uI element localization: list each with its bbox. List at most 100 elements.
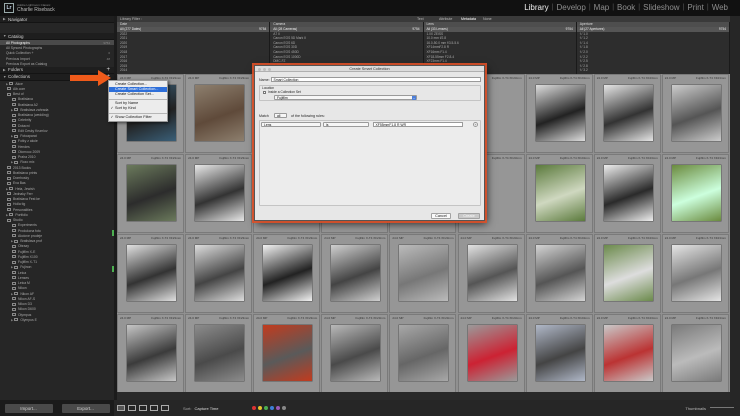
- module-book[interactable]: Book: [617, 3, 635, 12]
- photo-thumbnail[interactable]: [399, 325, 449, 381]
- photo-thumbnail[interactable]: [127, 325, 177, 381]
- import-button[interactable]: Import...: [4, 403, 53, 413]
- photo-thumbnail[interactable]: [195, 245, 245, 301]
- add-rule-icon[interactable]: +: [473, 122, 478, 127]
- rule-value-field[interactable]: XF55mmF1.8 R WR: [373, 122, 463, 127]
- filter-row[interactable]: 2014: [117, 68, 269, 73]
- disclosure-triangle-icon[interactable]: ▶: [11, 134, 13, 138]
- photo-cell[interactable]: 24.0 MP Fujifilm X-T4 XF23mm: [185, 234, 253, 313]
- photo-cell[interactable]: 24.0 MP Fujifilm X-T4 XF23mm: [389, 314, 457, 393]
- disclosure-triangle-icon[interactable]: ▶: [6, 187, 8, 191]
- close-window-icon[interactable]: [258, 67, 261, 71]
- menu-item[interactable]: ✓ Sort by Kind: [109, 106, 167, 111]
- photo-thumbnail[interactable]: [467, 245, 517, 301]
- module-slideshow[interactable]: Slideshow: [643, 3, 679, 12]
- disclosure-triangle-icon[interactable]: ▶: [11, 160, 13, 164]
- sort-dropdown[interactable]: Capture Time: [194, 406, 218, 411]
- color-label-swatch[interactable]: [264, 406, 269, 410]
- filter-tab-attribute[interactable]: Attribute: [439, 17, 452, 21]
- photo-cell[interactable]: 24.0 MP Fujifilm X-T4 XF23mm: [593, 74, 661, 153]
- photo-cell[interactable]: 24.0 MP Fujifilm X-T4 XF23mm: [185, 74, 253, 153]
- disclosure-triangle-icon[interactable]: ▶: [11, 292, 13, 296]
- photo-cell[interactable]: 24.0 MP Fujifilm X-T4 XF23mm: [253, 314, 321, 393]
- photo-cell[interactable]: 24.0 MP Fujifilm X-T4 XF23mm: [185, 154, 253, 233]
- photo-cell[interactable]: 24.0 MP Fujifilm X-T4 XF23mm: [321, 234, 389, 313]
- photo-thumbnail[interactable]: [263, 325, 313, 381]
- menu-item[interactable]: ✓ Show Collection Filter: [109, 115, 167, 120]
- disclosure-triangle-icon[interactable]: ▶: [11, 265, 13, 269]
- photo-thumbnail[interactable]: [195, 165, 245, 221]
- color-label-swatch[interactable]: [252, 406, 257, 410]
- photo-thumbnail[interactable]: [195, 85, 245, 141]
- photo-cell[interactable]: 24.0 MP Fujifilm X-T4 XF23mm: [389, 234, 457, 313]
- collection-item[interactable]: ▶ Olympus E: [0, 317, 114, 322]
- photo-cell[interactable]: 24.0 MP Fujifilm X-T4 XF23mm: [457, 234, 525, 313]
- photo-cell[interactable]: 24.0 MP Fujifilm X-T4 XF23mm: [525, 154, 593, 233]
- name-field[interactable]: Smart Collection: [271, 77, 481, 82]
- loupe-view-icon[interactable]: [128, 405, 136, 411]
- people-view-icon[interactable]: [161, 405, 169, 411]
- photo-cell[interactable]: 24.0 MP Fujifilm X-T4 XF23mm: [185, 314, 253, 393]
- photo-cell[interactable]: 24.0 MP Fujifilm X-T4 XF23mm: [661, 314, 729, 393]
- filter-tab-text[interactable]: Text: [417, 17, 424, 21]
- menu-item[interactable]: Create Collection Set...: [109, 92, 167, 97]
- survey-view-icon[interactable]: [150, 405, 158, 411]
- navigator-header[interactable]: ▶ Navigator: [0, 16, 114, 23]
- photo-thumbnail[interactable]: [603, 325, 653, 381]
- photo-cell[interactable]: 24.0 MP Fujifilm X-T4 XF23mm: [661, 234, 729, 313]
- photo-thumbnail[interactable]: [535, 245, 585, 301]
- disclosure-triangle-icon[interactable]: ▶: [11, 318, 13, 322]
- module-map[interactable]: Map: [594, 3, 610, 12]
- rule-field-select[interactable]: Lens: [261, 122, 321, 127]
- color-label-swatch[interactable]: [270, 406, 275, 410]
- thumbnail-size-slider[interactable]: [710, 407, 734, 408]
- photo-cell[interactable]: 24.0 MP Fujifilm X-T4 XF23mm: [253, 234, 321, 313]
- zoom-window-icon[interactable]: [268, 67, 271, 71]
- collection-set-select[interactable]: Fujifilm ⌄: [274, 95, 417, 100]
- disclosure-triangle-icon[interactable]: ▶: [11, 108, 13, 112]
- disclosure-triangle-icon[interactable]: ▶: [6, 82, 8, 86]
- module-develop[interactable]: Develop: [556, 3, 585, 12]
- module-library[interactable]: Library: [524, 3, 548, 12]
- photo-cell[interactable]: 24.0 MP Fujifilm X-T4 XF23mm: [117, 154, 185, 233]
- photo-thumbnail[interactable]: [467, 325, 517, 381]
- match-select[interactable]: all: [274, 113, 287, 118]
- module-web[interactable]: Web: [712, 3, 728, 12]
- disclosure-triangle-icon[interactable]: ▶: [6, 213, 8, 217]
- photo-cell[interactable]: 24.0 MP Fujifilm X-T4 XF23mm: [661, 74, 729, 153]
- photo-cell[interactable]: 24.0 MP Fujifilm X-T4 XF23mm: [593, 154, 661, 233]
- photo-thumbnail[interactable]: [331, 245, 381, 301]
- photo-cell[interactable]: 24.0 MP Fujifilm X-T4 XF23mm: [525, 74, 593, 153]
- photo-cell[interactable]: 24.0 MP Fujifilm X-T4 XF23mm: [117, 234, 185, 313]
- create-button[interactable]: Create: [458, 213, 480, 219]
- photo-thumbnail[interactable]: [399, 245, 449, 301]
- photo-cell[interactable]: 24.0 MP Fujifilm X-T4 XF23mm: [593, 234, 661, 313]
- photo-thumbnail[interactable]: [671, 85, 721, 141]
- photo-thumbnail[interactable]: [535, 85, 585, 141]
- export-button[interactable]: Export...: [61, 403, 110, 413]
- photo-thumbnail[interactable]: [331, 325, 381, 381]
- minimize-window-icon[interactable]: [263, 67, 266, 71]
- color-label-swatch[interactable]: [282, 406, 287, 410]
- color-label-swatch[interactable]: [258, 406, 263, 410]
- filter-tab-metadata[interactable]: Metadata: [461, 17, 476, 21]
- photo-cell[interactable]: 24.0 MP Fujifilm X-T4 XF23mm: [661, 154, 729, 233]
- photo-cell[interactable]: 24.0 MP Fujifilm X-T4 XF23mm: [525, 314, 593, 393]
- rule-operator-select[interactable]: is: [323, 122, 369, 127]
- photo-cell[interactable]: 24.0 MP Fujifilm X-T4 XF23mm: [117, 314, 185, 393]
- photo-thumbnail[interactable]: [603, 245, 653, 301]
- color-label-swatch[interactable]: [276, 406, 281, 410]
- photo-thumbnail[interactable]: [195, 325, 245, 381]
- filter-row[interactable]: f / 3.2: [577, 68, 729, 73]
- photo-cell[interactable]: 24.0 MP Fujifilm X-T4 XF23mm: [457, 314, 525, 393]
- inside-set-checkbox[interactable]: [263, 90, 266, 94]
- photo-thumbnail[interactable]: [127, 245, 177, 301]
- photo-thumbnail[interactable]: [671, 165, 721, 221]
- photo-thumbnail[interactable]: [535, 325, 585, 381]
- photo-thumbnail[interactable]: [603, 165, 653, 221]
- photo-thumbnail[interactable]: [263, 245, 313, 301]
- photo-cell[interactable]: 24.0 MP Fujifilm X-T4 XF23mm: [593, 314, 661, 393]
- photo-thumbnail[interactable]: [127, 165, 177, 221]
- photo-thumbnail[interactable]: [535, 165, 585, 221]
- photo-thumbnail[interactable]: [603, 85, 653, 141]
